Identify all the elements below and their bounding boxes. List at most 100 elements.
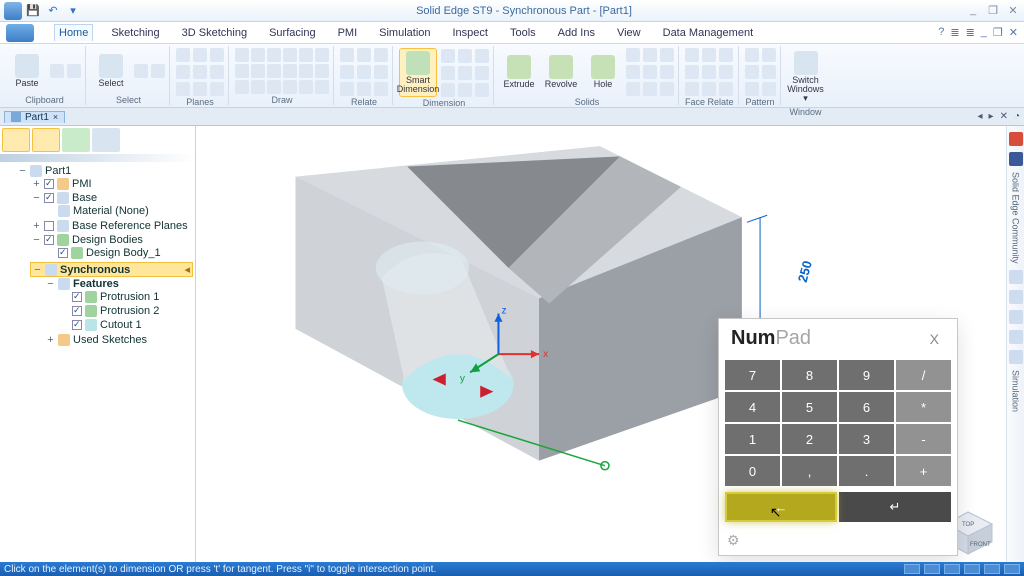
document-tab-close-icon[interactable]: × [53, 112, 58, 122]
tab-prev-icon[interactable]: ◂ [978, 111, 983, 122]
view-btn-4[interactable] [92, 128, 120, 152]
numpad-key-4[interactable]: 4 [725, 392, 780, 422]
tab-tools[interactable]: Tools [506, 25, 540, 41]
numpad-dialog[interactable]: NumPad X 789/456*123-0,.+ ←↖ ↵ ⚙ [718, 318, 958, 556]
restore-button[interactable]: ❐ [986, 4, 1000, 17]
ribbon-opt1-icon[interactable]: ≣ [950, 26, 959, 39]
numpad-key-8[interactable]: 8 [782, 360, 837, 390]
facebook-icon[interactable] [1009, 152, 1023, 166]
tab-view[interactable]: View [613, 25, 645, 41]
document-tab-part1[interactable]: Part1 × [4, 111, 65, 123]
extrude-button[interactable]: Extrude [500, 52, 538, 92]
switch-windows-button[interactable]: Switch Windows ▾ [787, 48, 825, 106]
app-menu-icon[interactable] [4, 2, 22, 20]
numpad-key-5[interactable]: 5 [782, 392, 837, 422]
view-btn-1[interactable] [2, 128, 30, 152]
numpad-key-,[interactable]: , [782, 456, 837, 486]
hole-button[interactable]: Hole [584, 52, 622, 92]
minimize-button[interactable]: _ [966, 4, 980, 17]
tree-protrusion-1[interactable]: Protrusion 1 [100, 291, 159, 303]
numpad-key-0[interactable]: 0 [725, 456, 780, 486]
undo-icon[interactable]: ↶ [44, 2, 62, 20]
tab-surfacing[interactable]: Surfacing [265, 25, 319, 41]
paste-button[interactable]: Paste [8, 51, 46, 91]
tab-inspect[interactable]: Inspect [449, 25, 492, 41]
numpad-key-3[interactable]: 3 [839, 424, 894, 454]
tab-3d-sketching[interactable]: 3D Sketching [178, 25, 251, 41]
tree-cutout-1[interactable]: Cutout 1 [100, 319, 142, 331]
application-menu-button[interactable] [6, 24, 34, 42]
tree-design-bodies[interactable]: Design Bodies [72, 234, 143, 246]
side-icon-3[interactable] [1009, 310, 1023, 324]
youtube-icon[interactable] [1009, 132, 1023, 146]
numpad-key-9[interactable]: 9 [839, 360, 894, 390]
tree-pmi[interactable]: PMI [72, 178, 92, 190]
tree-synchronous[interactable]: Synchronous [60, 264, 130, 276]
side-icon-2[interactable] [1009, 290, 1023, 304]
status-icon-2[interactable] [924, 564, 940, 574]
status-icon-5[interactable] [984, 564, 1000, 574]
tab-data-management[interactable]: Data Management [659, 25, 758, 41]
status-icon-3[interactable] [944, 564, 960, 574]
mdi-close-icon[interactable]: ✕ [1009, 26, 1018, 39]
numpad-key-6[interactable]: 6 [839, 392, 894, 422]
tree-design-body-1[interactable]: Design Body_1 [86, 247, 161, 259]
ribbon-opt2-icon[interactable]: ≣ [966, 26, 975, 39]
tab-close-all-icon[interactable]: ✕ [1000, 111, 1008, 122]
numpad-key-7[interactable]: 7 [725, 360, 780, 390]
numpad-key-1[interactable]: 1 [725, 424, 780, 454]
plane-icon[interactable] [176, 48, 190, 62]
side-icon-1[interactable] [1009, 270, 1023, 284]
numpad-key-2[interactable]: 2 [782, 424, 837, 454]
mdi-restore-icon[interactable]: ❐ [993, 26, 1003, 39]
numpad-key--[interactable]: - [896, 424, 951, 454]
view-btn-3[interactable] [62, 128, 90, 152]
side-icon-5[interactable] [1009, 350, 1023, 364]
numpad-key-+[interactable]: + [896, 456, 951, 486]
tree-base-reference-planes[interactable]: Base Reference Planes [72, 220, 188, 232]
tree-root[interactable]: Part1 [45, 165, 71, 177]
revolve-button[interactable]: Revolve [542, 52, 580, 92]
numpad-key-*[interactable]: * [896, 392, 951, 422]
mdi-minimize-icon[interactable]: _ [981, 26, 987, 39]
help-icon[interactable]: ? [938, 26, 944, 39]
close-button[interactable]: ✕ [1006, 4, 1020, 17]
tab-add-ins[interactable]: Add Ins [554, 25, 599, 41]
tree-features[interactable]: Features [73, 278, 119, 290]
tab-help-icon[interactable]: ◔ [1014, 111, 1020, 122]
select-button[interactable]: Select [92, 51, 130, 91]
tab-sketching[interactable]: Sketching [107, 25, 163, 41]
numpad-enter-key[interactable]: ↵ [839, 492, 951, 522]
tab-pmi[interactable]: PMI [334, 25, 362, 41]
feature-tree[interactable]: −Part1 +PMI −Base Material (None) +Base … [0, 162, 195, 562]
status-icon-6[interactable] [1004, 564, 1020, 574]
numpad-settings-icon[interactable]: ⚙ [727, 532, 740, 548]
side-icon-4[interactable] [1009, 330, 1023, 344]
save-icon[interactable]: 💾 [24, 2, 42, 20]
numpad-key-.[interactable]: . [839, 456, 894, 486]
tree-base[interactable]: Base [72, 192, 97, 204]
status-icon-1[interactable] [904, 564, 920, 574]
smart-dimension-button[interactable]: Smart Dimension [399, 48, 437, 97]
qat-menu-icon[interactable]: ▾ [64, 2, 82, 20]
numpad-close-button[interactable]: X [924, 329, 945, 349]
tree-protrusion-2[interactable]: Protrusion 2 [100, 305, 159, 317]
tab-simulation[interactable]: Simulation [375, 25, 434, 41]
tab-next-icon[interactable]: ▸ [989, 111, 994, 122]
view-btn-2[interactable] [32, 128, 60, 152]
numpad-backspace-key[interactable]: ←↖ [725, 492, 837, 522]
axis-z-label: z [502, 306, 507, 317]
status-icon-4[interactable] [964, 564, 980, 574]
line-icon[interactable] [235, 48, 249, 62]
simulation-label[interactable]: Simulation [1011, 370, 1021, 412]
tab-home[interactable]: Home [54, 24, 93, 41]
community-label[interactable]: Solid Edge Community [1011, 172, 1021, 264]
select-opt1-icon[interactable] [134, 64, 148, 78]
tree-used-sketches[interactable]: Used Sketches [73, 334, 147, 346]
numpad-key-/[interactable]: / [896, 360, 951, 390]
tree-material[interactable]: Material (None) [73, 205, 149, 217]
select-opt2-icon[interactable] [151, 64, 165, 78]
copy-icon[interactable] [67, 64, 81, 78]
cut-icon[interactable] [50, 64, 64, 78]
3d-viewport[interactable]: x z y 250 TOP [196, 126, 1024, 562]
